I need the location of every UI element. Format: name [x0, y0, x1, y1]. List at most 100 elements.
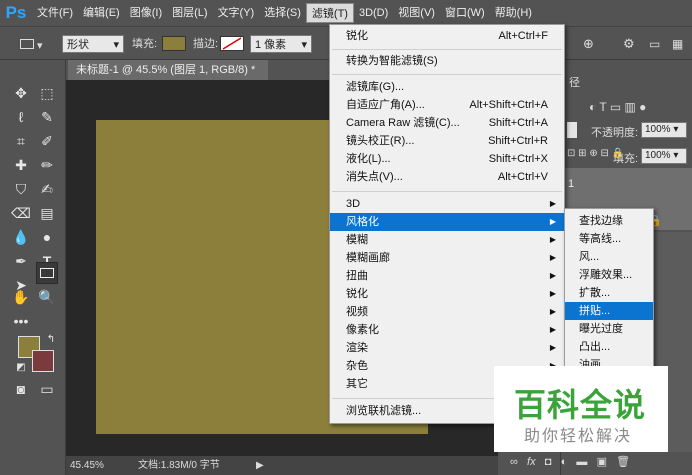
blur-tool-icon[interactable]: 💧	[10, 226, 32, 248]
move-tool-icon[interactable]: ✥	[10, 82, 32, 104]
fill-opacity-field[interactable]: 100% ▾	[641, 148, 687, 164]
trash-icon[interactable]: 🗑	[616, 456, 630, 468]
pen-tool-icon[interactable]: ✒	[10, 250, 32, 272]
opacity-field[interactable]: 100% ▾	[641, 122, 687, 138]
menu-filter[interactable]: 滤镜(T)	[305, 3, 354, 23]
menu-item-video[interactable]: 视频 ▶	[330, 303, 564, 321]
submenu-item-diffuse[interactable]: 扩散...	[565, 284, 653, 302]
menu-layer[interactable]: 图层(L)	[167, 3, 212, 23]
menu-type[interactable]: 文字(Y)	[213, 3, 260, 23]
submenu-item-find-edges[interactable]: 查找边缘	[565, 212, 653, 230]
link-icon[interactable]: ∞	[510, 456, 518, 468]
submenu-item-contour[interactable]: 等高线...	[565, 230, 653, 248]
fill-swatch[interactable]	[162, 36, 186, 51]
menu-file[interactable]: 文件(F)	[32, 3, 78, 23]
menu-item-pixelate[interactable]: 像素化 ▶	[330, 321, 564, 339]
menu-item-last-filter[interactable]: 锐化 Alt+Ctrl+F	[330, 27, 564, 45]
submenu-arrow-icon: ▶	[549, 343, 556, 352]
shape-mode-select[interactable]: 形状 ▾	[62, 35, 124, 53]
menu-item-filter-gallery[interactable]: 滤镜库(G)...	[330, 78, 564, 96]
menu-item-camera-raw[interactable]: Camera Raw 滤镜(C)... Shift+Ctrl+A	[330, 114, 564, 132]
hand-tool-icon[interactable]: ✋	[10, 286, 32, 308]
layer-filter-icons[interactable]: ◐ T ▭ ▥ ●	[589, 100, 646, 114]
workspace-icon[interactable]: ▦	[672, 35, 683, 53]
submenu-item-extrude[interactable]: 凸出...	[565, 338, 653, 356]
menu-window[interactable]: 窗口(W)	[440, 3, 490, 23]
submenu-item-wind[interactable]: 风...	[565, 248, 653, 266]
menu-item-adaptive-wide-angle[interactable]: 自适应广角(A)... Alt+Shift+Ctrl+A	[330, 96, 564, 114]
healing-brush-icon[interactable]: ✚	[10, 154, 32, 176]
stroke-swatch[interactable]	[220, 36, 244, 51]
default-colors-icon[interactable]: ◩	[10, 356, 32, 378]
menu-help[interactable]: 帮助(H)	[490, 3, 537, 23]
menu-item-blur[interactable]: 模糊 ▶	[330, 231, 564, 249]
menu-item-distort[interactable]: 扭曲 ▶	[330, 267, 564, 285]
mask-icon[interactable]: ◘	[545, 456, 552, 468]
submenu-arrow-icon: ▶	[549, 217, 556, 226]
adjustment-icon[interactable]: ◐	[561, 456, 568, 468]
watermark-subtitle: 助你轻松解决	[524, 428, 633, 445]
new-layer-icon[interactable]: ▣	[597, 456, 607, 468]
submenu-item-emboss[interactable]: 浮雕效果...	[565, 266, 653, 284]
submenu-arrow-icon: ▶	[549, 325, 556, 334]
tool-preset-picker[interactable]: ▾	[20, 35, 50, 53]
history-brush-icon[interactable]: ✍	[36, 178, 58, 200]
background-color-swatch[interactable]	[32, 350, 54, 372]
filter-menu: 锐化 Alt+Ctrl+F 转换为智能滤镜(S) 滤镜库(G)... 自适应广角…	[329, 24, 565, 424]
marquee-tool-icon[interactable]: ⬚	[36, 82, 58, 104]
submenu-arrow-icon: ▶	[549, 235, 556, 244]
menu-image[interactable]: 图像(I)	[125, 3, 167, 23]
status-bar: 45.45% 文档:1.83M/0 字节 ▶	[66, 456, 498, 475]
brush-tool-icon[interactable]: ✏	[36, 154, 58, 176]
menu-select[interactable]: 选择(S)	[259, 3, 306, 23]
submenu-arrow-icon: ▶	[549, 199, 556, 208]
no-stroke-icon	[222, 37, 242, 50]
menu-item-blur-gallery[interactable]: 模糊画廊 ▶	[330, 249, 564, 267]
align-edges-icon[interactable]: ▭	[649, 35, 660, 53]
folder-icon[interactable]: ▬	[576, 456, 587, 468]
status-arrow-icon[interactable]: ▶	[256, 456, 264, 475]
menu-separator	[332, 74, 562, 75]
clone-stamp-icon[interactable]: ⛉	[10, 178, 32, 200]
path-align-icon[interactable]: ⊕	[583, 35, 594, 53]
gradient-tool-icon[interactable]: ▤	[36, 202, 58, 224]
menu-separator	[332, 49, 562, 50]
crop-tool-icon[interactable]: ⌗	[10, 130, 32, 152]
eraser-tool-icon[interactable]: ⌫	[10, 202, 32, 224]
menu-item-sharpen[interactable]: 锐化 ▶	[330, 285, 564, 303]
stroke-width-field[interactable]: 1 像素 ▾	[250, 35, 312, 53]
gear-icon[interactable]: ⚙	[623, 35, 635, 53]
fill-opacity-label: 填充:	[613, 153, 639, 165]
fx-icon[interactable]: fx	[527, 456, 536, 468]
menu-item-convert-smart-filters[interactable]: 转换为智能滤镜(S)	[330, 52, 564, 70]
zoom-level[interactable]: 45.45%	[70, 456, 104, 475]
menu-separator	[332, 191, 562, 192]
quick-mask-icon[interactable]: ◙	[10, 378, 32, 400]
menu-item-liquify[interactable]: 液化(L)... Shift+Ctrl+X	[330, 150, 564, 168]
tools-panel: ✥ ⬚ ℓ ✎ ⌗ ✐ ✚ ✏ ⛉ ✍ ⌫ ▤ 💧 ● ✒ T ➤ ✋ 🔍 ••…	[0, 60, 66, 475]
document-info: 文档:1.83M/0 字节	[138, 460, 220, 471]
fill-label: 填充:	[132, 38, 158, 50]
menu-3d[interactable]: 3D(D)	[354, 3, 393, 23]
swap-colors-icon[interactable]: ↰	[40, 328, 62, 350]
menu-item-render[interactable]: 渲染 ▶	[330, 339, 564, 357]
menu-view[interactable]: 视图(V)	[393, 3, 440, 23]
more-tools-icon[interactable]: •••	[10, 310, 32, 332]
menu-item-3d[interactable]: 3D ▶	[330, 195, 564, 213]
submenu-item-solarize[interactable]: 曝光过度	[565, 320, 653, 338]
menu-item-lens-correction[interactable]: 镜头校正(R)... Shift+Ctrl+R	[330, 132, 564, 150]
zoom-tool-icon[interactable]: 🔍	[36, 286, 58, 308]
submenu-item-tiles[interactable]: 拼贴...	[565, 302, 653, 320]
menu-item-stylize[interactable]: 风格化 ▶	[330, 213, 564, 231]
menu-item-vanishing-point[interactable]: 消失点(V)... Alt+Ctrl+V	[330, 168, 564, 186]
document-tab[interactable]: 未标题-1 @ 45.5% (图层 1, RGB/8) *	[68, 60, 268, 80]
blend-mode-select[interactable]	[567, 122, 577, 138]
rectangle-tool-icon[interactable]	[36, 262, 58, 284]
eyedropper-tool-icon[interactable]: ✐	[36, 130, 58, 152]
quick-select-tool-icon[interactable]: ✎	[36, 106, 58, 128]
dodge-tool-icon[interactable]: ●	[36, 226, 58, 248]
screen-mode-icon[interactable]: ▭	[36, 378, 58, 400]
lasso-tool-icon[interactable]: ℓ	[10, 106, 32, 128]
menu-edit[interactable]: 编辑(E)	[78, 3, 125, 23]
stroke-label: 描边:	[193, 38, 219, 50]
